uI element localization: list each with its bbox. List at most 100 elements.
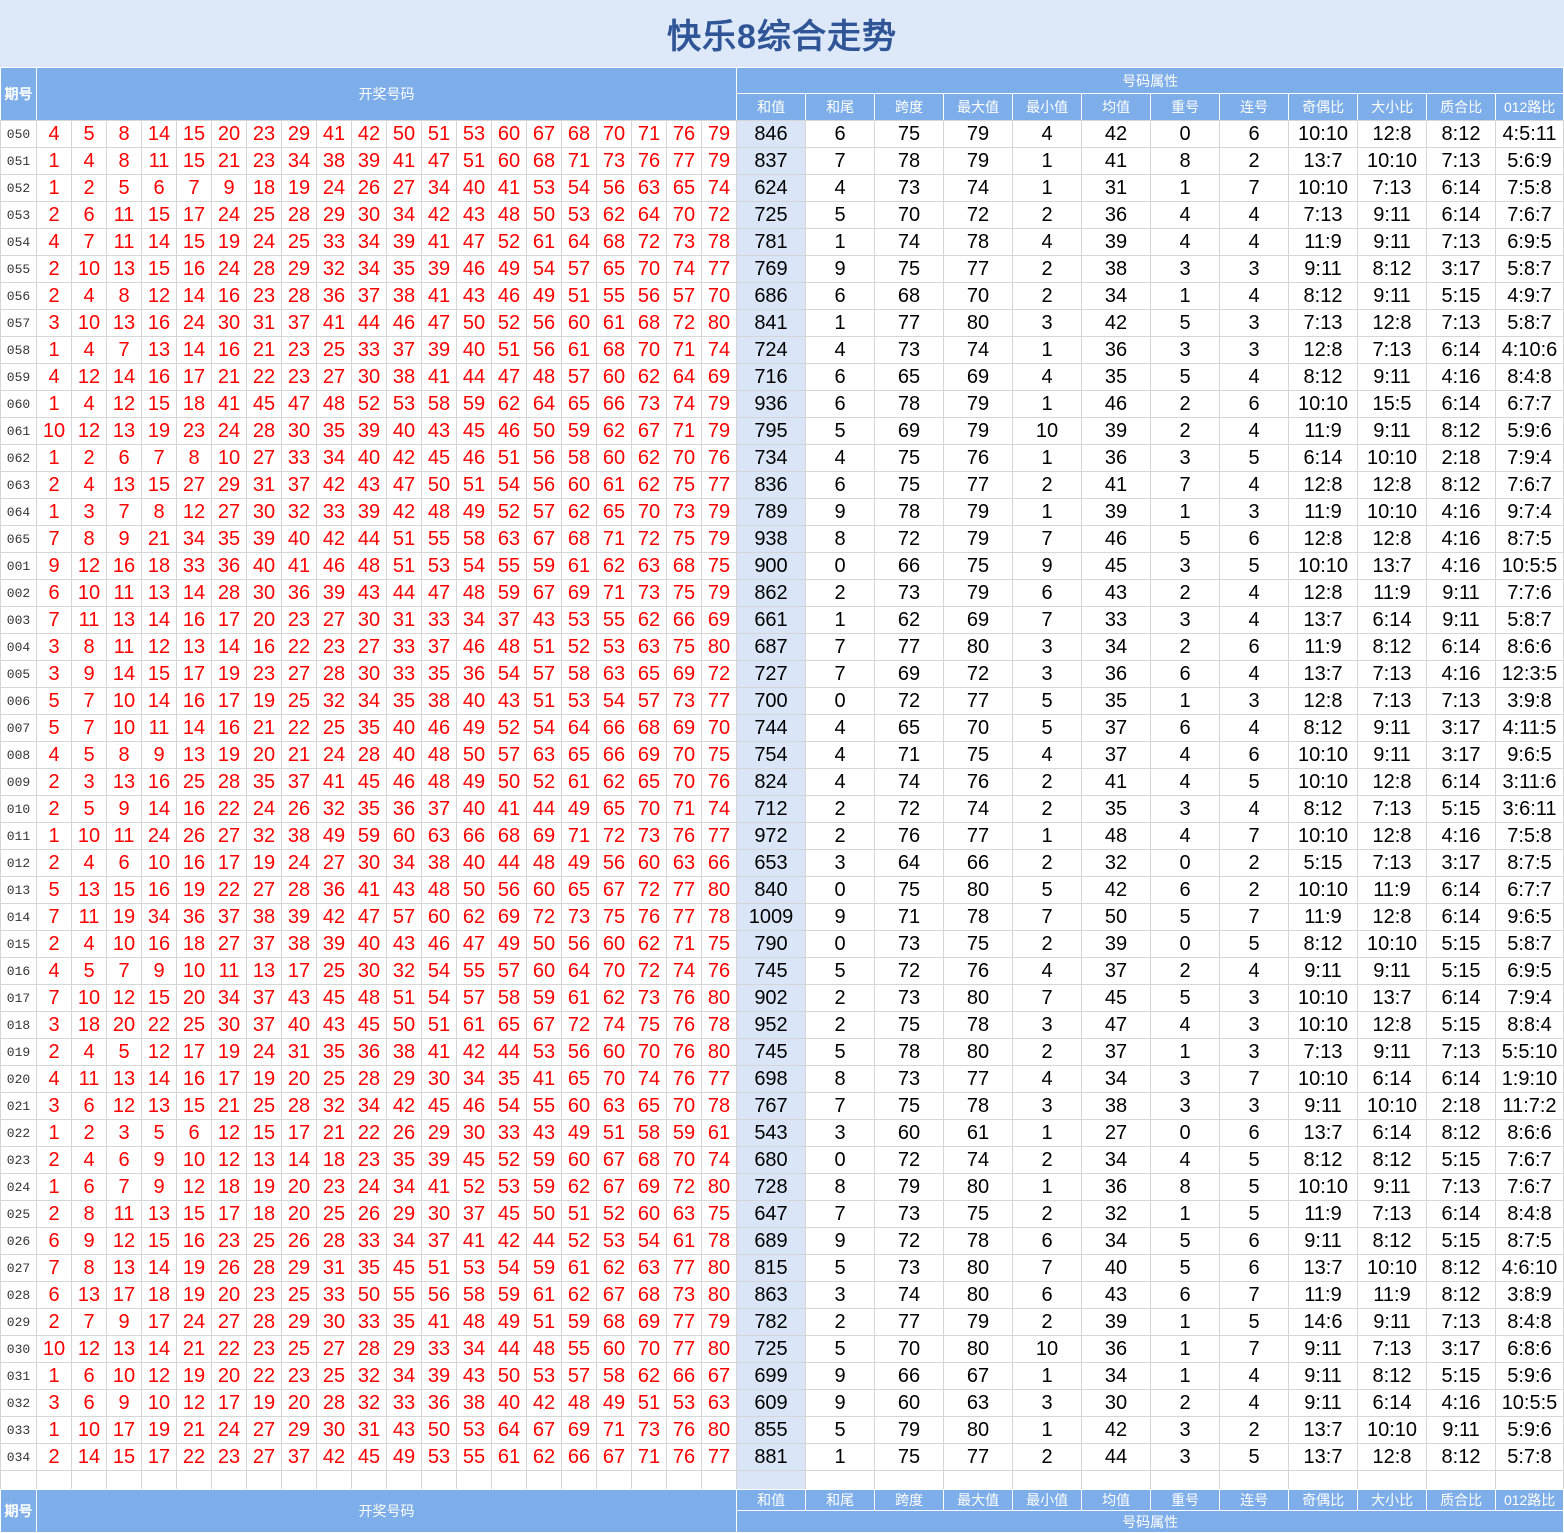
draw-number: 21	[176, 1416, 212, 1444]
draw-number: 68	[631, 714, 667, 742]
attr-cell-1: 4	[805, 336, 875, 364]
attr-cell-6: 8	[1150, 1173, 1220, 1201]
draw-number: 50	[456, 876, 492, 904]
draw-number: 13	[106, 1065, 142, 1093]
issue-cell: 034	[0, 1443, 37, 1471]
draw-number: 62	[596, 1254, 632, 1282]
issue-cell: 010	[0, 795, 37, 823]
draw-number: 80	[701, 309, 737, 337]
attr-cell-8: 10:10	[1288, 768, 1358, 796]
draw-number: 9	[141, 957, 177, 985]
attr-cell-6: 0	[1150, 849, 1220, 877]
attr-cell-4: 4	[1012, 957, 1082, 985]
attr-cell-1: 7	[805, 1200, 875, 1228]
draw-number: 48	[456, 579, 492, 607]
draw-number: 74	[596, 1011, 632, 1039]
draw-number: 46	[421, 714, 457, 742]
attr-cell-4: 1	[1012, 174, 1082, 202]
footer-columns-row: 期号 开奖号码 和值 和尾 跨度 最大值 最小值 均值 重号 连号 奇偶比 大小比 质合比 012路比	[0, 1489, 1564, 1533]
draw-number: 40	[246, 552, 282, 580]
draw-number: 8	[106, 282, 142, 310]
draw-number: 76	[666, 1443, 702, 1471]
attr-cell-2: 76	[874, 822, 944, 850]
draw-number: 30	[211, 309, 247, 337]
attr-cell-6: 6	[1150, 714, 1220, 742]
draw-number: 59	[526, 1146, 562, 1174]
draw-number: 48	[351, 552, 387, 580]
table-row: 028 6 13 17 18 19 20 23 25 33 50 55 56 58 59 61 62 67 68 73…	[0, 1281, 1564, 1309]
draw-number: 77	[666, 1254, 702, 1282]
draw-number: 6	[71, 1092, 107, 1120]
draw-number: 22	[211, 1335, 247, 1363]
attr-cell-6: 3	[1150, 606, 1220, 634]
draw-number: 45	[351, 1011, 387, 1039]
draw-number: 39	[316, 930, 352, 958]
attr-cell-6: 5	[1150, 984, 1220, 1012]
attr-cell-3: 80	[943, 1335, 1013, 1363]
table-row: 060 1 4 12 15 18 41 45 47 48 52 53 58 59 62 64 65 66 73 74 7…	[0, 390, 1564, 418]
draw-number: 52	[491, 498, 527, 526]
draw-number: 55	[526, 1092, 562, 1120]
table-row: 014 7 11 19 34 36 37 38 39 42 47 57 60 62 69 72 73 75 76 77…	[0, 903, 1564, 931]
draw-number: 16	[106, 552, 142, 580]
draw-number: 2	[36, 1308, 72, 1336]
draw-number: 48	[491, 633, 527, 661]
attr-cell-9: 9:11	[1357, 741, 1427, 769]
attr-cell-0: 727	[736, 660, 806, 688]
attr-cell-11: 7:6:7	[1495, 1146, 1564, 1174]
attr-cell-6: 3	[1150, 1092, 1220, 1120]
draw-number: 28	[316, 660, 352, 688]
attr-cell-9: 12:8	[1357, 471, 1427, 499]
draw-number: 17	[176, 201, 212, 229]
draw-number: 30	[316, 1308, 352, 1336]
attr-cell-2: 73	[874, 336, 944, 364]
attr-cell-5: 36	[1081, 444, 1151, 472]
header-col-1: 和尾	[805, 93, 876, 121]
draw-number: 45	[456, 417, 492, 445]
draw-number: 23	[246, 120, 282, 148]
draw-number: 80	[701, 1173, 737, 1201]
draw-number: 30	[351, 363, 387, 391]
draw-number: 45	[316, 984, 352, 1012]
attr-cell-11: 5:7:8	[1495, 1443, 1564, 1471]
attr-cell-10: 6:14	[1426, 336, 1496, 364]
draw-number: 13	[106, 1335, 142, 1363]
draw-number: 56	[526, 471, 562, 499]
draw-number: 57	[561, 1362, 597, 1390]
draw-number: 12	[71, 552, 107, 580]
attr-cell-3: 78	[943, 1092, 1013, 1120]
attr-cell-4: 7	[1012, 606, 1082, 634]
draw-number: 12	[71, 417, 107, 445]
draw-number: 12	[106, 1092, 142, 1120]
draw-number: 52	[456, 1173, 492, 1201]
draw-number: 16	[211, 336, 247, 364]
attr-cell-8: 11:9	[1288, 633, 1358, 661]
draw-number: 47	[281, 390, 317, 418]
draw-number: 36	[456, 660, 492, 688]
attr-cell-10: 7:13	[1426, 687, 1496, 715]
attr-cell-6: 1	[1150, 1308, 1220, 1336]
attr-cell-9: 10:10	[1357, 147, 1427, 175]
attr-cell-2: 68	[874, 282, 944, 310]
draw-number: 78	[701, 1227, 737, 1255]
attr-cell-4: 4	[1012, 363, 1082, 391]
attr-cell-11: 4:6:10	[1495, 1254, 1564, 1282]
attr-cell-2: 78	[874, 498, 944, 526]
draw-number: 13	[141, 1200, 177, 1228]
attr-cell-8: 13:7	[1288, 147, 1358, 175]
draw-number: 41	[421, 1038, 457, 1066]
table-row: 026 6 9 12 15 16 23 25 26 28 33 34 37 41 42 44 52 53 54 61 7…	[0, 1227, 1564, 1255]
draw-number: 7	[36, 1254, 72, 1282]
footer-col-6: 重号	[1150, 1489, 1221, 1511]
draw-number: 48	[421, 768, 457, 796]
draw-number: 37	[281, 471, 317, 499]
attr-cell-11: 8:7:5	[1495, 1227, 1564, 1255]
draw-number: 7	[36, 903, 72, 931]
attr-cell-3: 74	[943, 795, 1013, 823]
attr-cell-5: 39	[1081, 417, 1151, 445]
draw-number: 2	[36, 849, 72, 877]
attr-cell-9: 15:5	[1357, 390, 1427, 418]
draw-number: 63	[596, 1092, 632, 1120]
draw-number: 16	[176, 1065, 212, 1093]
draw-number: 15	[141, 201, 177, 229]
